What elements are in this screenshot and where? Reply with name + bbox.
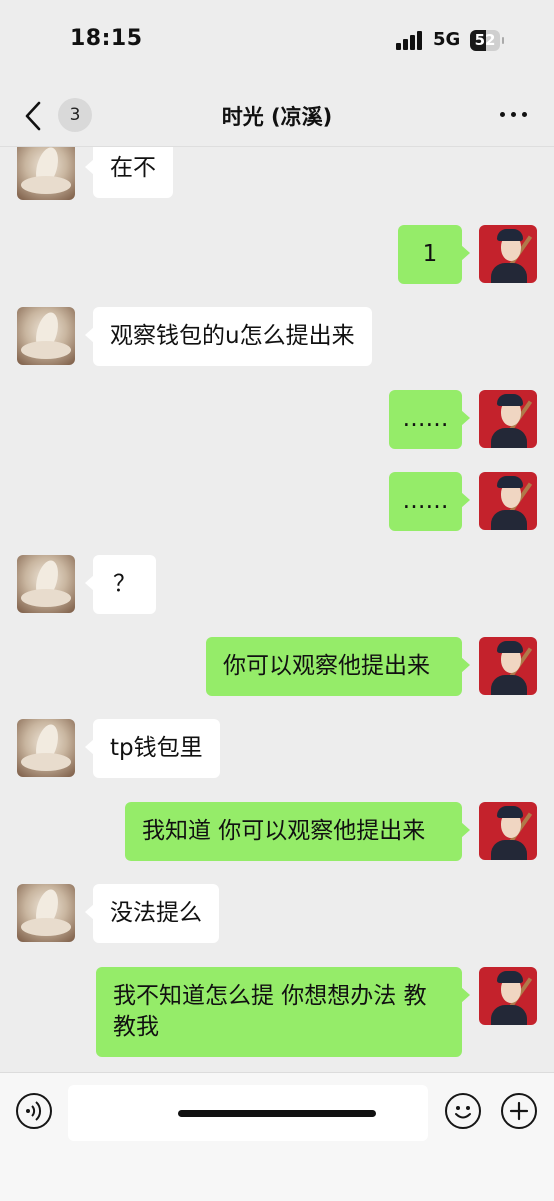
message-bubble-sent[interactable]: 我不知道怎么提 你想想办法 教教我	[96, 967, 470, 1057]
message-text: 你可以观察他提出来	[223, 653, 430, 679]
message-text: 我知道 你可以观察他提出来	[142, 818, 426, 844]
status-bar: 18:15 5G 52	[0, 0, 554, 84]
message-text: 在不	[110, 155, 156, 181]
my-avatar[interactable]	[479, 967, 537, 1025]
my-avatar[interactable]	[479, 390, 537, 448]
message-text: ……	[402, 488, 449, 514]
chat-title: 时光 (凉溪)	[221, 105, 333, 129]
home-indicator	[178, 1110, 376, 1117]
signal-icon	[396, 30, 424, 50]
message-text: 1	[422, 241, 438, 267]
contact-avatar[interactable]	[17, 555, 75, 613]
message-text: ？	[113, 571, 136, 597]
voice-icon	[26, 1101, 42, 1121]
contact-avatar[interactable]	[17, 147, 75, 200]
chat-header: 3 时光 (凉溪)	[0, 84, 554, 147]
emoji-icon	[455, 1106, 471, 1119]
message-bubble-sent[interactable]: 你可以观察他提出来	[206, 637, 470, 696]
message-bubble-sent[interactable]: 我知道 你可以观察他提出来	[125, 802, 470, 861]
message-bubble-received[interactable]: ？	[85, 555, 156, 614]
plus-icon	[509, 1101, 529, 1121]
battery-label: 52	[474, 31, 496, 49]
message-text: 我不知道怎么提 你想想办法 教教我	[113, 983, 427, 1040]
message-bubble-received[interactable]: 观察钱包的u怎么提出来	[85, 307, 372, 366]
message-bubble-received[interactable]: tp钱包里	[85, 719, 220, 778]
more-icon	[500, 112, 505, 117]
contact-avatar[interactable]	[17, 307, 75, 365]
my-avatar[interactable]	[479, 802, 537, 860]
my-avatar[interactable]	[479, 472, 537, 530]
voice-button[interactable]	[16, 1093, 52, 1129]
message-bubble-received[interactable]: 没法提么	[85, 884, 219, 943]
message-text: ……	[402, 406, 449, 432]
contact-avatar[interactable]	[17, 719, 75, 777]
plus-button[interactable]	[501, 1093, 537, 1129]
contact-avatar[interactable]	[17, 884, 75, 942]
my-avatar[interactable]	[479, 637, 537, 695]
network-label: 5G	[433, 29, 461, 50]
battery-icon: 52	[470, 30, 504, 51]
message-text: 观察钱包的u怎么提出来	[110, 323, 355, 349]
message-bubble-received[interactable]: 在不	[85, 147, 173, 198]
emoji-button[interactable]	[445, 1093, 481, 1129]
input-bar	[0, 1072, 554, 1201]
message-text: 没法提么	[110, 900, 202, 926]
message-bubble-sent[interactable]: 1	[398, 225, 470, 284]
my-avatar[interactable]	[479, 225, 537, 283]
status-time: 18:15	[70, 26, 143, 51]
more-options-button[interactable]	[494, 102, 534, 126]
message-text: tp钱包里	[110, 735, 203, 761]
message-bubble-sent[interactable]: ……	[389, 472, 470, 531]
message-bubble-sent[interactable]: ……	[389, 390, 470, 449]
message-list[interactable]: 在不 1 观察钱包的u怎么提出来 …… …… ？ 你可以观察他提出来 tp钱包里	[0, 147, 554, 1072]
